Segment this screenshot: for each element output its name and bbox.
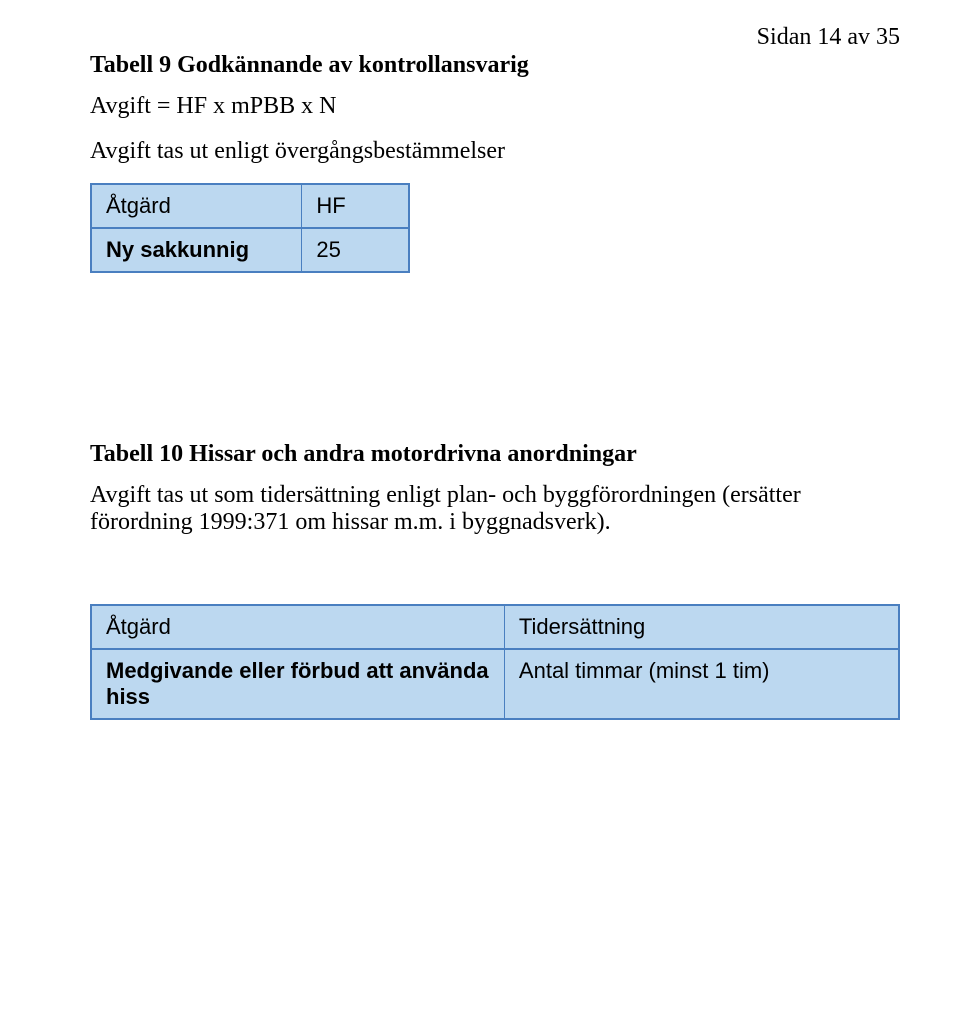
page-number: Sidan 14 av 35	[757, 24, 900, 51]
table-cell-label: Ny sakkunnig	[91, 228, 302, 272]
table-cell-value: Antal timmar (minst 1 tim)	[504, 649, 899, 719]
table-header-row: Åtgärd HF	[91, 184, 409, 228]
section9-note: Avgift tas ut enligt övergångsbestämmels…	[90, 138, 900, 165]
spacer	[90, 273, 900, 413]
table-cell-value: 25	[302, 228, 409, 272]
section9-heading: Tabell 9 Godkännande av kontrollansvarig	[90, 52, 900, 79]
table-header-cell: Åtgärd	[91, 605, 504, 649]
page: Sidan 14 av 35 Tabell 9 Godkännande av k…	[0, 0, 960, 1009]
section10-note: Avgift tas ut som tidersättning enligt p…	[90, 482, 900, 536]
table-header-row: Åtgärd Tidersättning	[91, 605, 899, 649]
table-header-cell: HF	[302, 184, 409, 228]
spacer	[90, 554, 900, 594]
table-header-cell: Tidersättning	[504, 605, 899, 649]
table-10: Åtgärd Tidersättning Medgivande eller fö…	[90, 604, 900, 720]
section9-formula: Avgift = HF x mPBB x N	[90, 93, 900, 120]
table-cell-label: Medgivande eller förbud att använda hiss	[91, 649, 504, 719]
table-header-cell: Åtgärd	[91, 184, 302, 228]
table-row: Ny sakkunnig 25	[91, 228, 409, 272]
table-row: Medgivande eller förbud att använda hiss…	[91, 649, 899, 719]
table-9: Åtgärd HF Ny sakkunnig 25	[90, 183, 410, 273]
section10-heading: Tabell 10 Hissar och andra motordrivna a…	[90, 441, 900, 468]
